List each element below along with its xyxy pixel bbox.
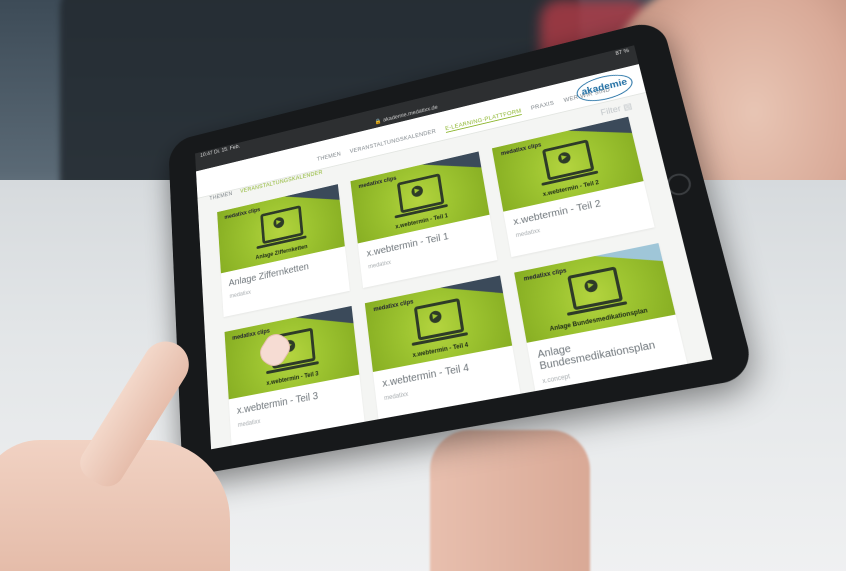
course-card[interactable]: medatixx clips ▶ x.webtermin - Teil 2 x.… (491, 116, 655, 258)
nav-veranstaltungskalender[interactable]: VERANSTALTUNGSKALENDER (350, 129, 437, 155)
filter-label: Filter (599, 103, 622, 118)
right-arm (430, 430, 590, 571)
course-card[interactable]: medatixx clips ▶ x.webtermin - Teil 3 x.… (224, 305, 365, 448)
photo-scene: 10:47 Di. 15. Feb. 87 % 🔒 akademie.medat… (0, 0, 846, 571)
filter-icon: ▤ (622, 101, 633, 112)
thumbnail-brand: medatixx clips (373, 299, 414, 314)
nav-praxis[interactable]: PRAXIS (531, 101, 555, 112)
course-card[interactable]: medatixx clips ▶ Anlage Bundesmedikation… (514, 243, 688, 394)
nav-themen[interactable]: THEMEN (317, 152, 342, 163)
course-card[interactable]: medatixx clips ▶ Anlage Ziffernketten An… (217, 184, 350, 318)
thumbnail-brand: medatixx clips (358, 175, 397, 190)
thumbnail-brand: medatixx clips (224, 207, 261, 221)
lock-icon: 🔒 (374, 118, 383, 126)
thumbnail-brand: medatixx clips (523, 268, 568, 283)
course-card[interactable]: medatixx clips ▶ x.webtermin - Teil 1 x.… (350, 151, 498, 289)
thumbnail-brand: medatixx clips (500, 142, 542, 158)
thumbnail-brand: medatixx clips (232, 328, 271, 342)
course-card[interactable]: medatixx clips ▶ x.webtermin - Teil 4 x.… (364, 275, 521, 422)
nav-e-learning[interactable]: E-LEARNING-PLATTFORM (444, 108, 523, 133)
